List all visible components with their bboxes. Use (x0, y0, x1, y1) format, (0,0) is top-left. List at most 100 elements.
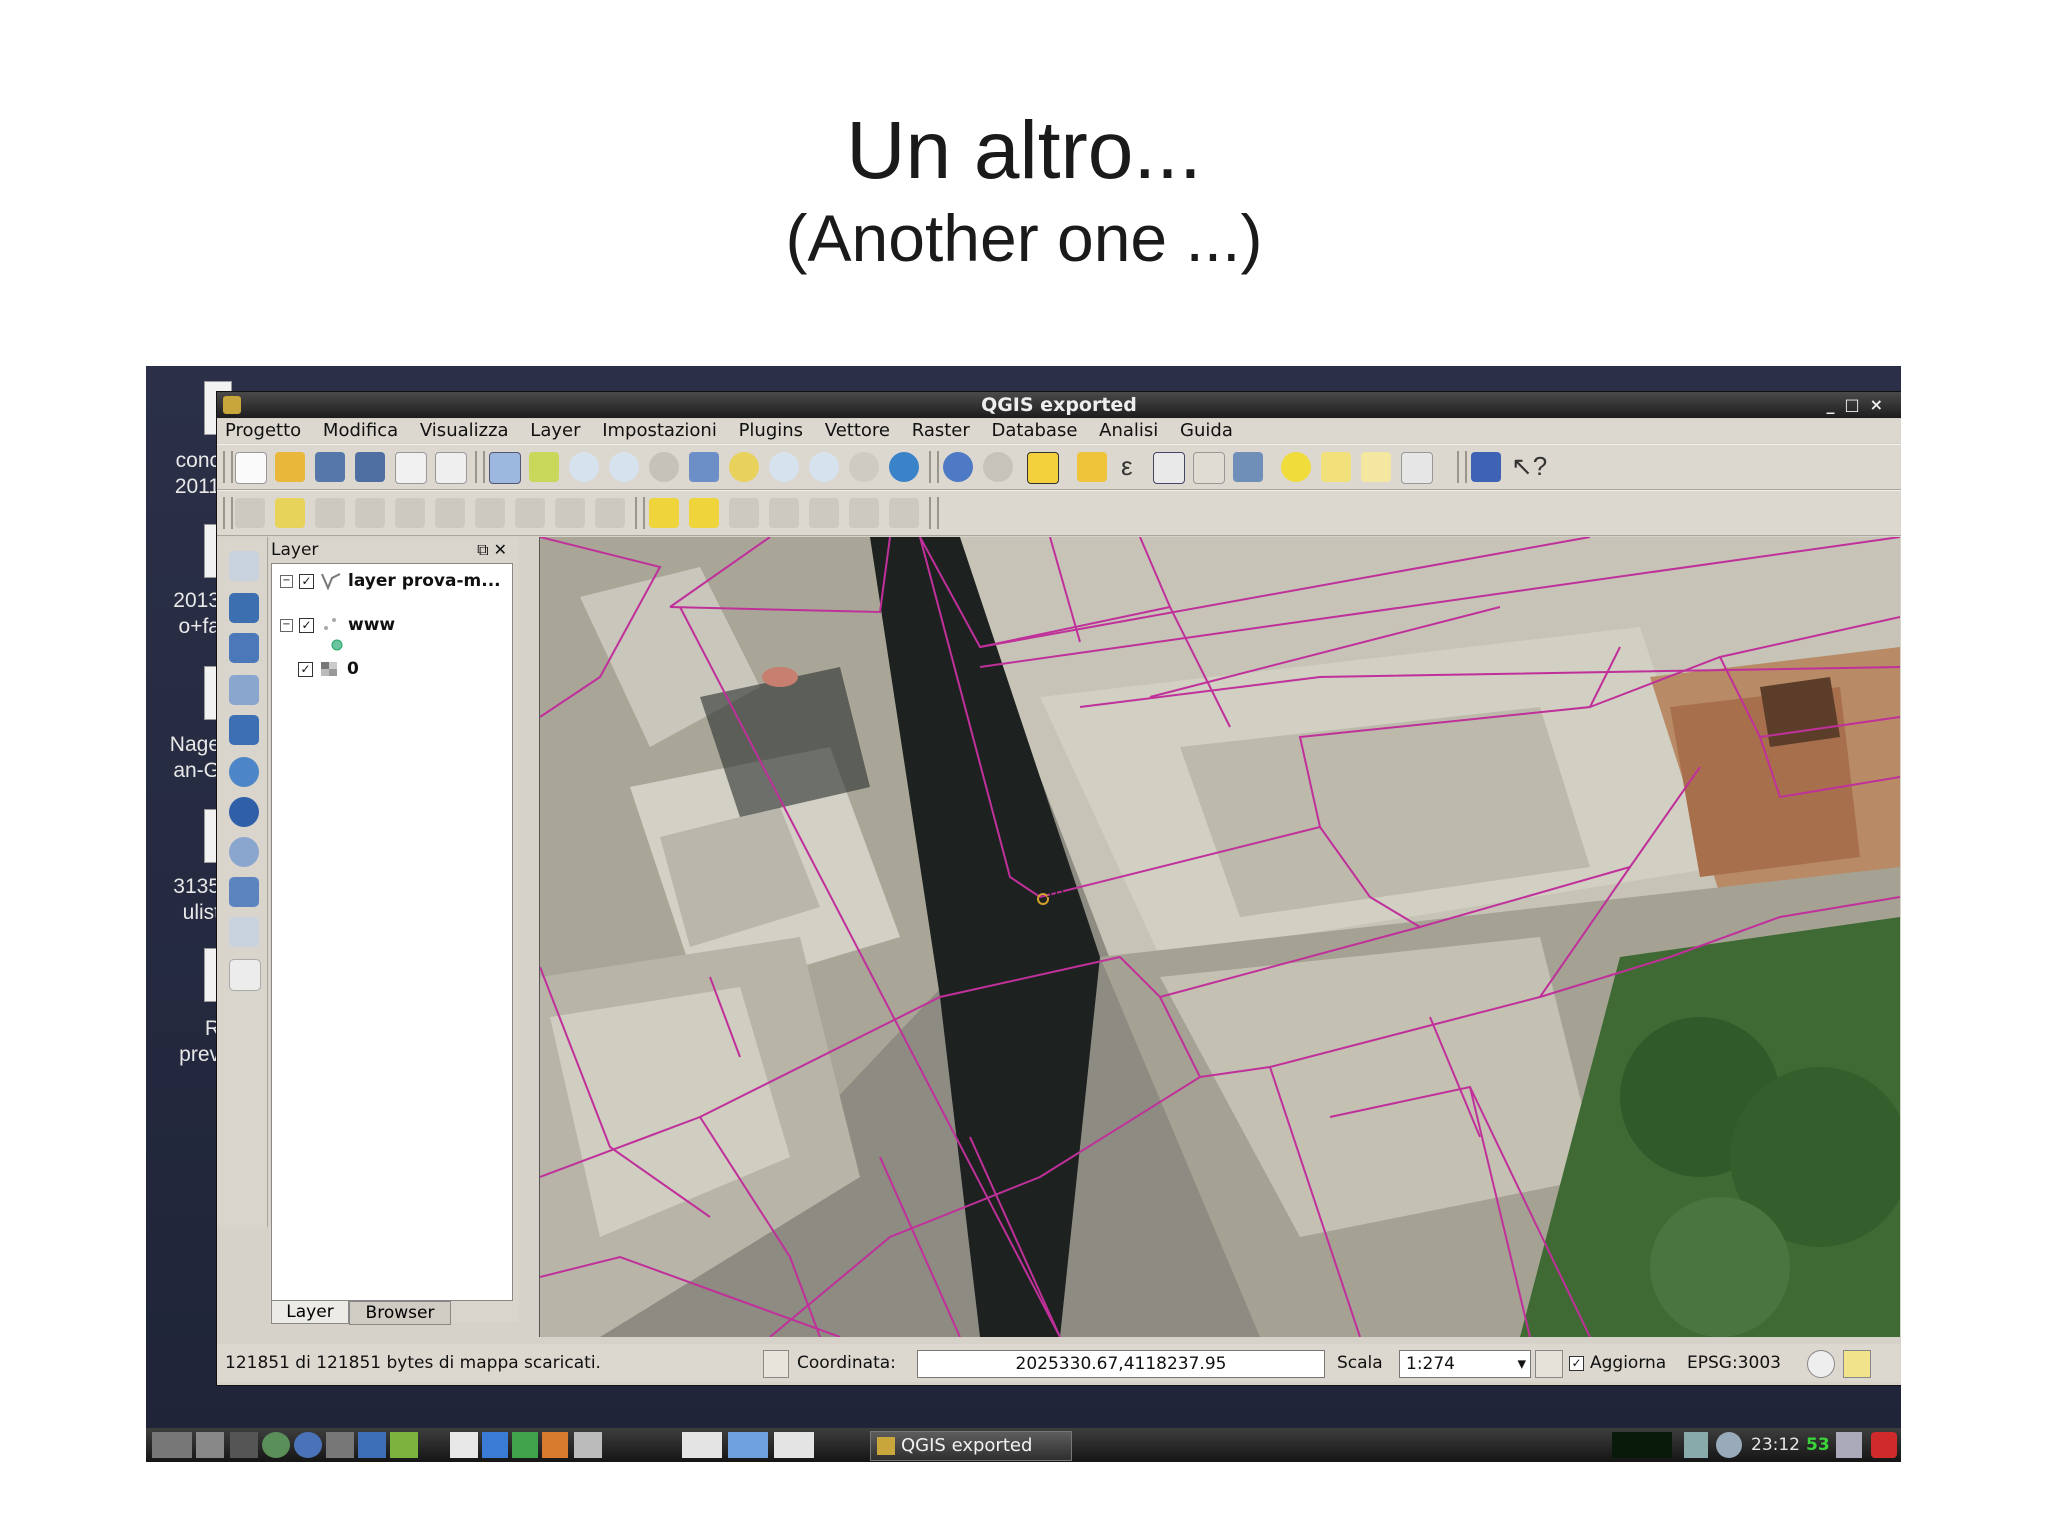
new-shapefile-icon[interactable] (229, 917, 259, 947)
power-icon[interactable] (1871, 1432, 1897, 1458)
whats-this-icon[interactable]: ↖? (1511, 451, 1547, 481)
minimize-button[interactable]: _ (1826, 395, 1844, 414)
layer-visibility-checkbox[interactable]: ✓ (298, 661, 313, 677)
tab-browser[interactable]: Browser (349, 1301, 451, 1325)
show-hide-labels-icon[interactable] (769, 498, 799, 528)
render-checkbox[interactable]: ✓ (1569, 1355, 1584, 1371)
add-wfs-layer-icon[interactable] (229, 837, 259, 867)
start-menu-icon[interactable] (152, 1432, 192, 1458)
identify-icon[interactable] (943, 452, 973, 482)
network-status-icon[interactable] (1716, 1432, 1742, 1458)
aerial-map[interactable]: 10 (540, 537, 1900, 1337)
window-controls[interactable]: _□× (1826, 392, 1893, 418)
crs-status[interactable]: EPSG:3003 (1687, 1350, 1797, 1376)
add-wcs-layer-icon[interactable] (229, 797, 259, 827)
layer-item[interactable]: − ✓ layer prova-m... (280, 568, 501, 594)
menu-guida[interactable]: Guida (1180, 419, 1233, 443)
copy-icon[interactable] (555, 498, 585, 528)
statistics-icon[interactable] (1193, 452, 1225, 484)
layer-labeling-icon[interactable] (689, 498, 719, 528)
menu-visualizza[interactable]: Visualizza (420, 419, 509, 443)
app-launcher-icon[interactable] (358, 1432, 386, 1458)
calc-icon[interactable] (512, 1432, 538, 1458)
cut-icon[interactable] (515, 498, 545, 528)
taskbar-window-button[interactable]: QGIS exported (870, 1431, 1072, 1461)
delete-selected-icon[interactable] (475, 498, 505, 528)
zoom-last-icon[interactable] (809, 452, 839, 482)
toolbar-grip[interactable] (223, 451, 233, 483)
text-annotation-icon[interactable] (1401, 452, 1433, 484)
layer-item[interactable]: ✓ 0 (298, 656, 359, 682)
refresh-icon[interactable] (889, 452, 919, 482)
menu-progetto[interactable]: Progetto (225, 419, 301, 443)
map-tips-icon[interactable] (1281, 452, 1311, 482)
pan-icon[interactable] (489, 452, 521, 484)
volume-icon[interactable] (1836, 1432, 1862, 1458)
menu-database[interactable]: Database (992, 419, 1078, 443)
qgis-launcher-icon[interactable] (390, 1432, 418, 1458)
scale-combo[interactable]: 1:274 ▾ (1399, 1350, 1531, 1378)
app-launcher-icon[interactable] (326, 1432, 354, 1458)
window-titlebar[interactable]: QGIS exported _□× (217, 392, 1901, 418)
collapse-icon[interactable]: − (280, 574, 293, 588)
browser-icon[interactable] (262, 1432, 290, 1458)
menu-impostazioni[interactable]: Impostazioni (602, 419, 717, 443)
toolbar-grip[interactable] (475, 451, 485, 483)
rotate-label-icon[interactable] (849, 498, 879, 528)
add-raster-layer-icon[interactable] (229, 593, 259, 623)
clock[interactable]: 23:12 (1751, 1428, 1800, 1462)
move-feature-icon[interactable] (395, 498, 425, 528)
select-features-icon[interactable] (1027, 452, 1059, 484)
composer-manager-icon[interactable] (435, 452, 467, 484)
toggle-editing-icon[interactable] (275, 498, 305, 528)
workspace-3[interactable] (774, 1432, 814, 1458)
zoom-to-selection-icon[interactable] (729, 452, 759, 482)
zoom-full-icon[interactable] (689, 452, 719, 482)
show-bookmarks-icon[interactable] (1361, 452, 1391, 482)
workspace-2[interactable] (728, 1432, 768, 1458)
zoom-in-icon[interactable] (569, 452, 599, 482)
node-tool-icon[interactable] (435, 498, 465, 528)
save-as-icon[interactable] (355, 452, 385, 482)
attribute-table-icon[interactable] (1153, 452, 1185, 484)
impress-icon[interactable] (542, 1432, 568, 1458)
add-feature-icon[interactable] (355, 498, 385, 528)
toggle-coordinate-icon[interactable] (763, 1350, 789, 1378)
projection-icon[interactable] (1807, 1350, 1835, 1378)
layer-visibility-checkbox[interactable]: ✓ (299, 617, 314, 633)
toolbar-grip[interactable] (929, 451, 939, 483)
deselect-icon[interactable] (1077, 452, 1107, 482)
collapse-icon[interactable]: − (280, 618, 293, 632)
add-delimited-text-icon[interactable] (229, 877, 259, 907)
open-project-icon[interactable] (275, 452, 305, 482)
maximize-button[interactable]: □ (1844, 395, 1869, 414)
menu-plugins[interactable]: Plugins (739, 419, 803, 443)
save-project-icon[interactable] (315, 452, 345, 482)
search-icon[interactable] (1684, 1432, 1708, 1458)
measure-icon[interactable] (1233, 452, 1263, 482)
close-button[interactable]: × (1870, 395, 1893, 414)
move-label-icon[interactable] (809, 498, 839, 528)
add-spatialite-layer-icon[interactable] (229, 675, 259, 705)
zoom-to-layer-icon[interactable] (769, 452, 799, 482)
toolbar-grip[interactable] (929, 497, 939, 529)
label-icon[interactable] (649, 498, 679, 528)
show-desktop-icon[interactable] (196, 1432, 224, 1458)
close-panel-icon[interactable]: ✕ (494, 540, 507, 559)
add-postgis-layer-icon[interactable] (229, 633, 259, 663)
epsilon-icon[interactable]: ε (1121, 451, 1133, 481)
add-wms-layer-icon[interactable] (229, 757, 259, 787)
warning-icon[interactable] (1843, 1350, 1871, 1378)
change-label-icon[interactable] (889, 498, 919, 528)
menu-modifica[interactable]: Modifica (323, 419, 398, 443)
remove-layer-icon[interactable] (229, 959, 261, 991)
toolbar-grip[interactable] (635, 497, 645, 529)
map-canvas[interactable]: 10 (539, 537, 1900, 1337)
coordinate-field[interactable]: 2025330.67,4118237.95 (917, 1350, 1325, 1378)
run-action-icon[interactable] (983, 452, 1013, 482)
new-project-icon[interactable] (235, 452, 267, 484)
menu-analisi[interactable]: Analisi (1099, 419, 1158, 443)
zoom-next-icon[interactable] (849, 452, 879, 482)
render-toggle[interactable]: ✓ Aggiorna (1569, 1350, 1679, 1376)
workspace-1[interactable] (682, 1432, 722, 1458)
